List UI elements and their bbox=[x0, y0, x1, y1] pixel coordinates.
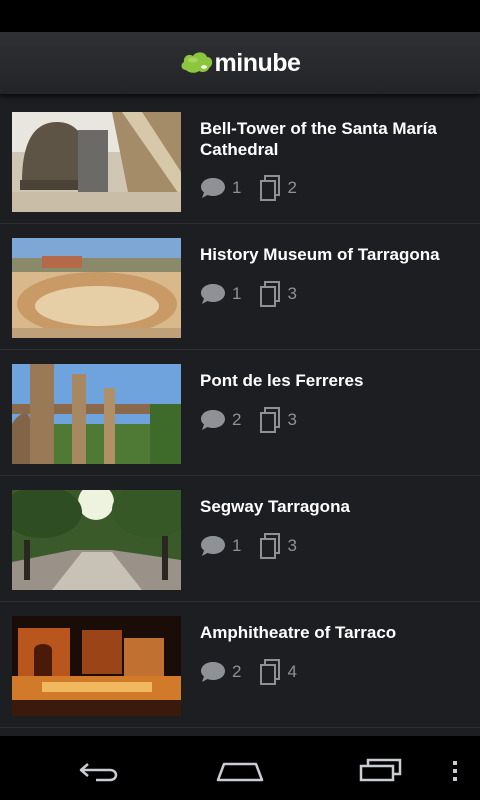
comments-stat: 1 bbox=[200, 282, 241, 306]
stacked-photos-icon bbox=[260, 281, 281, 307]
place-thumbnail bbox=[12, 364, 181, 464]
stacked-photos-icon bbox=[260, 175, 281, 201]
place-stats: 2 3 bbox=[200, 406, 315, 434]
place-stats: 1 3 bbox=[200, 280, 315, 308]
place-title: Bell-Tower of the Santa María Cathedral bbox=[200, 119, 437, 159]
place-stats: 1 3 bbox=[200, 532, 315, 560]
speech-bubble-icon bbox=[201, 536, 225, 556]
home-icon bbox=[216, 762, 264, 782]
place-title: Amphitheatre of Tarraco bbox=[200, 623, 397, 642]
comment-count: 1 bbox=[232, 536, 242, 555]
place-title: History Museum of Tarragona bbox=[200, 245, 440, 264]
photo-count: 4 bbox=[287, 662, 297, 681]
speech-bubble-icon bbox=[201, 284, 225, 304]
place-title: Segway Tarragona bbox=[200, 497, 350, 516]
comment-count: 2 bbox=[232, 410, 242, 429]
comment-count: 1 bbox=[232, 284, 242, 303]
back-button[interactable] bbox=[78, 760, 122, 787]
list-item[interactable]: History Museum of Tarragona 1 3 bbox=[0, 224, 480, 350]
comment-count: 1 bbox=[232, 178, 242, 197]
overflow-menu-icon bbox=[453, 761, 457, 781]
comments-stat: 2 bbox=[200, 660, 241, 684]
comments-stat: 2 bbox=[200, 408, 241, 432]
photo-count: 3 bbox=[287, 410, 297, 429]
place-title: Pont de les Ferreres bbox=[200, 371, 364, 390]
stacked-photos-icon bbox=[260, 533, 281, 559]
app-logo: minube bbox=[180, 49, 301, 78]
speech-bubble-icon bbox=[201, 410, 225, 430]
photos-stat: 3 bbox=[259, 532, 297, 560]
list-item[interactable]: Segway Tarragona 1 3 bbox=[0, 476, 480, 602]
photo-count: 2 bbox=[287, 178, 297, 197]
place-stats: 1 2 bbox=[200, 174, 315, 202]
place-thumbnail bbox=[12, 112, 181, 212]
back-arrow-icon bbox=[79, 763, 118, 782]
places-list[interactable]: Bell-Tower of the Santa María Cathedral … bbox=[0, 98, 480, 734]
list-item[interactable]: Bell-Tower of the Santa María Cathedral … bbox=[0, 98, 480, 224]
photos-stat: 2 bbox=[259, 174, 297, 202]
place-thumbnail bbox=[12, 490, 181, 590]
recent-apps-button[interactable] bbox=[358, 758, 404, 787]
status-bar bbox=[0, 0, 480, 32]
list-item[interactable]: Amphitheatre of Tarraco 2 4 bbox=[0, 602, 480, 728]
stacked-photos-icon bbox=[260, 407, 281, 433]
place-thumbnail bbox=[12, 616, 181, 716]
photo-count: 3 bbox=[287, 536, 297, 555]
comment-count: 2 bbox=[232, 662, 242, 681]
overflow-menu-button[interactable] bbox=[450, 760, 460, 787]
speech-bubble-icon bbox=[201, 178, 225, 198]
home-button[interactable] bbox=[216, 760, 264, 787]
photos-stat: 4 bbox=[259, 658, 297, 686]
place-thumbnail bbox=[12, 238, 181, 338]
photo-count: 3 bbox=[287, 284, 297, 303]
photos-stat: 3 bbox=[259, 406, 297, 434]
action-bar: minube bbox=[0, 32, 480, 95]
app-name: minube bbox=[214, 48, 301, 77]
recent-apps-icon bbox=[359, 758, 402, 782]
comments-stat: 1 bbox=[200, 176, 241, 200]
speech-bubble-icon bbox=[201, 662, 225, 682]
place-stats: 2 4 bbox=[200, 658, 315, 686]
stacked-photos-icon bbox=[260, 659, 281, 685]
navigation-bar bbox=[0, 736, 480, 800]
list-item[interactable]: Pont de les Ferreres 2 3 bbox=[0, 350, 480, 476]
minube-cloud-logo-icon bbox=[181, 52, 212, 73]
comments-stat: 1 bbox=[200, 534, 241, 558]
photos-stat: 3 bbox=[259, 280, 297, 308]
